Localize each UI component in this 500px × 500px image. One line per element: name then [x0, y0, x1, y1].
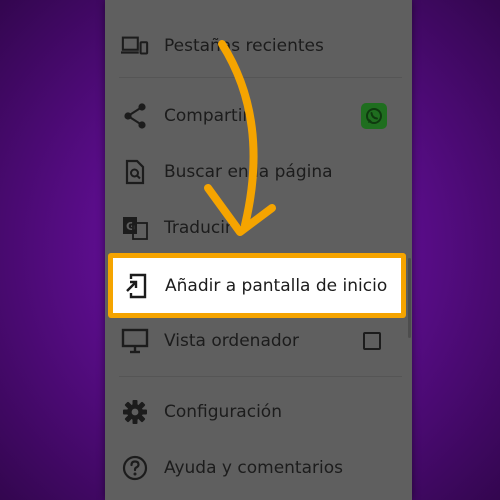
share-icon [121, 102, 149, 130]
menu-item-translate[interactable]: G Traducir [105, 200, 412, 256]
overflow-menu: Pestañas recientes Compartir Buscar en l… [105, 0, 412, 500]
devices-icon [121, 32, 149, 60]
menu-item-add-to-home-screen[interactable]: Añadir a pantalla de inicio [113, 258, 401, 313]
menu-item-label: Añadir a pantalla de inicio [165, 275, 388, 296]
desktop-icon [121, 327, 149, 355]
menu-item-label: Buscar en la página [164, 162, 333, 182]
menu-item-share[interactable]: Compartir [105, 88, 412, 144]
menu-divider [119, 77, 402, 78]
gear-icon [121, 398, 149, 426]
menu-item-desktop-view[interactable]: Vista ordenador [105, 313, 412, 369]
find-in-page-icon [121, 158, 149, 186]
menu-item-label: Vista ordenador [164, 331, 300, 351]
menu-item-label: Configuración [164, 402, 282, 422]
highlight-frame: Añadir a pantalla de inicio [108, 253, 406, 318]
menu-item-label: Compartir [164, 106, 250, 126]
menu-item-help[interactable]: Ayuda y comentarios [105, 440, 412, 496]
menu-divider [119, 376, 402, 377]
menu-item-label: Ayuda y comentarios [164, 458, 343, 478]
menu-item-label: Traducir [164, 218, 232, 238]
translate-icon: G [121, 214, 149, 242]
menu-item-label: Pestañas recientes [164, 36, 324, 56]
desktop-view-checkbox[interactable] [363, 332, 381, 350]
whatsapp-icon[interactable] [361, 103, 387, 129]
menu-item-recent-tabs[interactable]: Pestañas recientes [105, 18, 412, 74]
menu-item-settings[interactable]: Configuración [105, 384, 412, 440]
help-icon [121, 454, 149, 482]
menu-item-find-in-page[interactable]: Buscar en la página [105, 144, 412, 200]
menu-scrollbar[interactable] [408, 258, 411, 338]
add-to-home-screen-icon [123, 272, 151, 300]
